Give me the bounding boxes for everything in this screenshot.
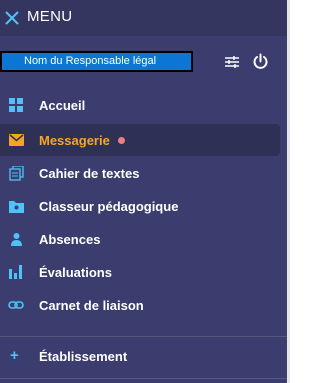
bar-chart-icon: [8, 264, 24, 280]
nav-item-label: Absences: [39, 231, 101, 247]
nav-item-label: Accueil: [39, 97, 86, 113]
nav-item-accueil[interactable]: Accueil: [0, 89, 280, 121]
settings-sliders-icon[interactable]: [224, 55, 240, 69]
folder-icon: [8, 198, 24, 214]
menu-title: MENU: [27, 8, 73, 25]
notebook-icon: [8, 165, 24, 181]
link-icon: [8, 297, 24, 313]
nav-item-carnet-de-liaison[interactable]: Carnet de liaison: [0, 289, 280, 321]
nav-item-label: Carnet de liaison: [39, 297, 144, 313]
section-etablissement[interactable]: + Établissement: [0, 342, 287, 372]
divider: [0, 378, 287, 379]
nav-item-evaluations[interactable]: Évaluations: [0, 256, 280, 288]
menu-header: MENU: [0, 0, 287, 36]
nav-item-messagerie[interactable]: Messagerie: [0, 124, 280, 156]
nav-item-label: Évaluations: [39, 264, 112, 280]
envelope-icon: [8, 132, 24, 148]
nav-item-label: Messagerie: [39, 132, 110, 148]
nav-item-absences[interactable]: Absences: [0, 223, 280, 255]
person-icon: [8, 231, 24, 247]
side-menu: MENU Nom du Responsable légal Accueil Me…: [0, 0, 290, 383]
section-label: Établissement: [39, 349, 128, 364]
power-icon[interactable]: [252, 53, 269, 70]
user-name-badge: Nom du Responsable légal: [0, 51, 193, 72]
plus-icon: +: [10, 347, 19, 364]
nav-item-label: Cahier de textes: [39, 165, 140, 181]
divider: [0, 336, 287, 337]
close-icon[interactable]: [4, 10, 20, 26]
nav-item-classeur-pedagogique[interactable]: Classeur pédagogique: [0, 190, 280, 222]
nav-item-label: Classeur pédagogique: [39, 198, 179, 214]
grid-icon: [8, 97, 24, 113]
nav-item-cahier-de-textes[interactable]: Cahier de textes: [0, 157, 280, 189]
notification-dot: [118, 136, 125, 144]
